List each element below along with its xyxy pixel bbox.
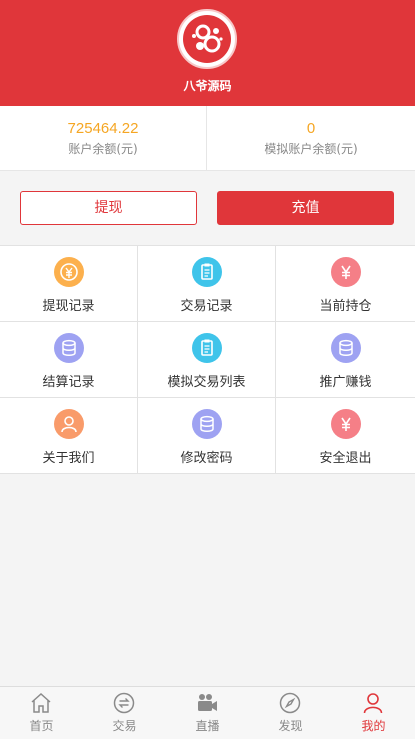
menu-item-label: 安全退出 bbox=[319, 451, 372, 466]
sim-balance-value: 0 bbox=[306, 120, 316, 137]
menu-item-withdraw-records[interactable]: 提现记录 bbox=[0, 246, 138, 321]
yen-icon bbox=[330, 409, 361, 439]
username: 八爷源码 bbox=[183, 79, 232, 93]
compass-icon bbox=[279, 692, 301, 714]
profile-header: 八爷源码 bbox=[0, 0, 415, 106]
recharge-button[interactable]: 充值 bbox=[217, 191, 394, 225]
tab-label: 首页 bbox=[29, 719, 54, 733]
menu-item-referral[interactable]: 推广赚钱 bbox=[276, 322, 415, 397]
home-icon bbox=[31, 692, 51, 713]
clipboard-icon bbox=[191, 333, 222, 363]
tab-label: 我的 bbox=[361, 719, 386, 733]
menu-item-sim-trade-list[interactable]: 模拟交易列表 bbox=[138, 322, 276, 397]
menu-item-label: 推广赚钱 bbox=[319, 375, 372, 390]
logo-bubbles-icon bbox=[183, 15, 231, 63]
sim-balance-label: 模拟账户余额(元) bbox=[264, 142, 358, 156]
menu-item-current-positions[interactable]: 当前持仓 bbox=[276, 246, 415, 321]
tab-label: 直播 bbox=[195, 719, 220, 733]
menu-row: 关于我们 修改密码 安全退出 bbox=[0, 398, 415, 474]
tab-label: 发现 bbox=[278, 719, 303, 733]
menu-grid: 提现记录 交易记录 当前持仓 结算记录 模拟交易列表 推广赚钱 关于我们 修改密… bbox=[0, 245, 415, 474]
exchange-icon bbox=[113, 692, 135, 714]
menu-item-logout[interactable]: 安全退出 bbox=[276, 398, 415, 473]
balance-panel: 725464.22 账户余额(元) 0 模拟账户余额(元) bbox=[0, 106, 415, 171]
yen-icon bbox=[330, 257, 361, 287]
menu-item-label: 提现记录 bbox=[42, 299, 95, 314]
user-icon bbox=[53, 409, 84, 439]
menu-item-label: 模拟交易列表 bbox=[167, 375, 246, 390]
menu-row: 结算记录 模拟交易列表 推广赚钱 bbox=[0, 322, 415, 398]
tab-mine[interactable]: 我的 bbox=[332, 687, 415, 739]
account-balance-value: 725464.22 bbox=[67, 120, 139, 137]
menu-item-label: 关于我们 bbox=[42, 451, 95, 466]
user-icon bbox=[363, 693, 383, 714]
menu-item-change-password[interactable]: 修改密码 bbox=[138, 398, 276, 473]
coin-icon bbox=[53, 257, 84, 287]
menu-item-settlement-records[interactable]: 结算记录 bbox=[0, 322, 138, 397]
account-balance: 725464.22 账户余额(元) bbox=[0, 106, 207, 170]
avatar[interactable] bbox=[177, 9, 237, 69]
tab-home[interactable]: 首页 bbox=[0, 687, 83, 739]
withdraw-button[interactable]: 提现 bbox=[20, 191, 197, 225]
database-icon bbox=[53, 333, 84, 363]
menu-item-trade-records[interactable]: 交易记录 bbox=[138, 246, 276, 321]
bottom-tab-bar: 首页 交易 直播 发现 我的 bbox=[0, 686, 415, 739]
menu-item-label: 修改密码 bbox=[180, 451, 233, 466]
database-icon bbox=[330, 333, 361, 363]
menu-item-label: 当前持仓 bbox=[319, 299, 372, 314]
menu-item-label: 结算记录 bbox=[42, 375, 95, 390]
tab-trade[interactable]: 交易 bbox=[83, 687, 166, 739]
video-camera-icon bbox=[198, 694, 217, 711]
tab-live[interactable]: 直播 bbox=[166, 687, 249, 739]
menu-item-label: 交易记录 bbox=[180, 299, 233, 314]
tab-label: 交易 bbox=[112, 719, 137, 733]
clipboard-icon bbox=[191, 257, 222, 287]
menu-item-about-us[interactable]: 关于我们 bbox=[0, 398, 138, 473]
database-icon bbox=[191, 409, 222, 439]
menu-row: 提现记录 交易记录 当前持仓 bbox=[0, 246, 415, 322]
tab-discover[interactable]: 发现 bbox=[249, 687, 332, 739]
account-balance-label: 账户余额(元) bbox=[68, 142, 138, 156]
sim-account-balance: 0 模拟账户余额(元) bbox=[207, 106, 415, 170]
